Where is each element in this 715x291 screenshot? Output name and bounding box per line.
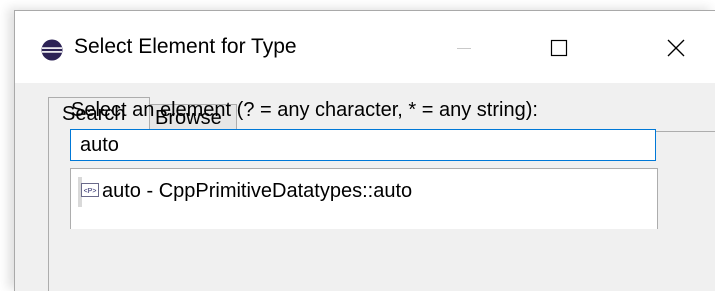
results-list[interactable]: <P> auto - CppPrimitiveDatatypes::auto [70,168,658,229]
svg-text:<P>: <P> [84,188,97,195]
primitive-type-icon: <P> [81,183,99,197]
result-label: auto - CppPrimitiveDatatypes::auto [102,180,413,202]
minimize-button[interactable] [433,27,493,67]
search-input[interactable] [70,129,656,161]
close-icon [667,39,685,57]
minimize-icon [457,48,471,49]
close-button[interactable] [647,27,707,67]
dialog-window: Select Element for Type Search Browse Se… [14,10,715,291]
maximize-icon [550,39,568,57]
title-bar[interactable]: Select Element for Type [15,11,715,83]
search-prompt-label: Select an element (? = any character, * … [71,99,538,121]
window-title: Select Element for Type [74,35,297,58]
maximize-button[interactable] [527,27,587,67]
result-item-auto[interactable]: <P> auto - CppPrimitiveDatatypes::auto [78,177,412,207]
eclipse-icon [41,39,63,61]
